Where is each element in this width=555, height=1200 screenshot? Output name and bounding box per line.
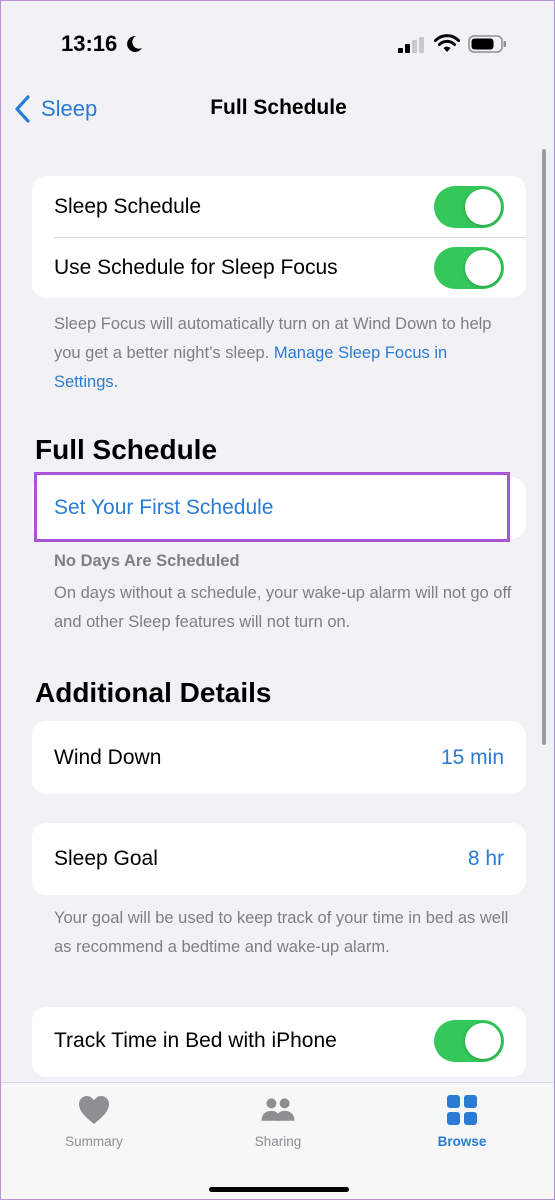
- sleep-focus-toggle[interactable]: [434, 247, 504, 289]
- sleep-goal-label: Sleep Goal: [54, 847, 158, 870]
- sleep-schedule-toggle[interactable]: [434, 185, 504, 228]
- sleep-goal-footnote: Your goal will be used to keep track of …: [54, 909, 509, 956]
- moon-icon: [127, 35, 142, 52]
- tab-summary[interactable]: Summary: [29, 1091, 159, 1149]
- wind-down-value: 15 min: [440, 745, 504, 769]
- sleep-focus-card: Sleep Schedule Use Schedule for Sleep Fo…: [32, 176, 526, 298]
- tab-browse-label: Browse: [437, 1134, 487, 1149]
- status-time: 13:16: [61, 31, 118, 56]
- tab-sharing[interactable]: Sharing: [213, 1091, 343, 1149]
- people-icon: [261, 1098, 295, 1121]
- tab-bar: Summary Sharing Browse: [1, 1082, 554, 1199]
- phone-screen: 13:16 Sleep Full Schedule Sleep Schedule…: [0, 0, 555, 1200]
- wifi-icon: [434, 34, 460, 52]
- tab-summary-label: Summary: [65, 1134, 123, 1149]
- status-bar: 13:16: [1, 1, 554, 81]
- no-days-title: No Days Are Scheduled: [54, 552, 240, 570]
- additional-details-header: Additional Details: [35, 677, 272, 708]
- no-days-footnote: On days without a schedule, your wake-up…: [54, 584, 512, 631]
- sleep-goal-value: 8 hr: [467, 847, 504, 870]
- sleep-schedule-row: Sleep Schedule: [32, 176, 526, 237]
- track-time-row: Track Time in Bed with iPhone: [32, 1007, 526, 1075]
- home-indicator[interactable]: [209, 1187, 349, 1192]
- scroll-indicator[interactable]: [542, 149, 546, 745]
- wind-down-row[interactable]: Wind Down 15 min: [32, 721, 526, 794]
- track-time-card: Track Time in Bed with iPhone: [32, 1007, 526, 1077]
- page-title: Full Schedule: [210, 96, 347, 119]
- wind-down-card[interactable]: Wind Down 15 min: [32, 721, 526, 794]
- set-first-schedule-button[interactable]: Set Your First Schedule: [54, 496, 273, 520]
- sleep-schedule-label: Sleep Schedule: [54, 194, 202, 218]
- heart-icon: [79, 1096, 109, 1124]
- track-time-label: Track Time in Bed with iPhone: [54, 1029, 337, 1052]
- sleep-focus-footnote: Sleep Focus will automatically turn on a…: [54, 310, 514, 397]
- tab-sharing-label: Sharing: [254, 1134, 302, 1149]
- full-schedule-header: Full Schedule: [35, 434, 218, 465]
- grid-icon: [447, 1095, 477, 1125]
- battery-icon: [468, 35, 506, 53]
- sleep-goal-card[interactable]: Sleep Goal 8 hr: [32, 823, 526, 895]
- sleep-goal-row[interactable]: Sleep Goal 8 hr: [32, 823, 526, 895]
- use-schedule-label: Use Schedule for Sleep Focus: [54, 256, 338, 279]
- use-schedule-row: Use Schedule for Sleep Focus: [32, 238, 526, 298]
- cellular-signal-icon: [398, 37, 424, 53]
- wind-down-label: Wind Down: [54, 745, 162, 769]
- tab-browse[interactable]: Browse: [397, 1091, 527, 1149]
- track-time-toggle[interactable]: [434, 1020, 504, 1062]
